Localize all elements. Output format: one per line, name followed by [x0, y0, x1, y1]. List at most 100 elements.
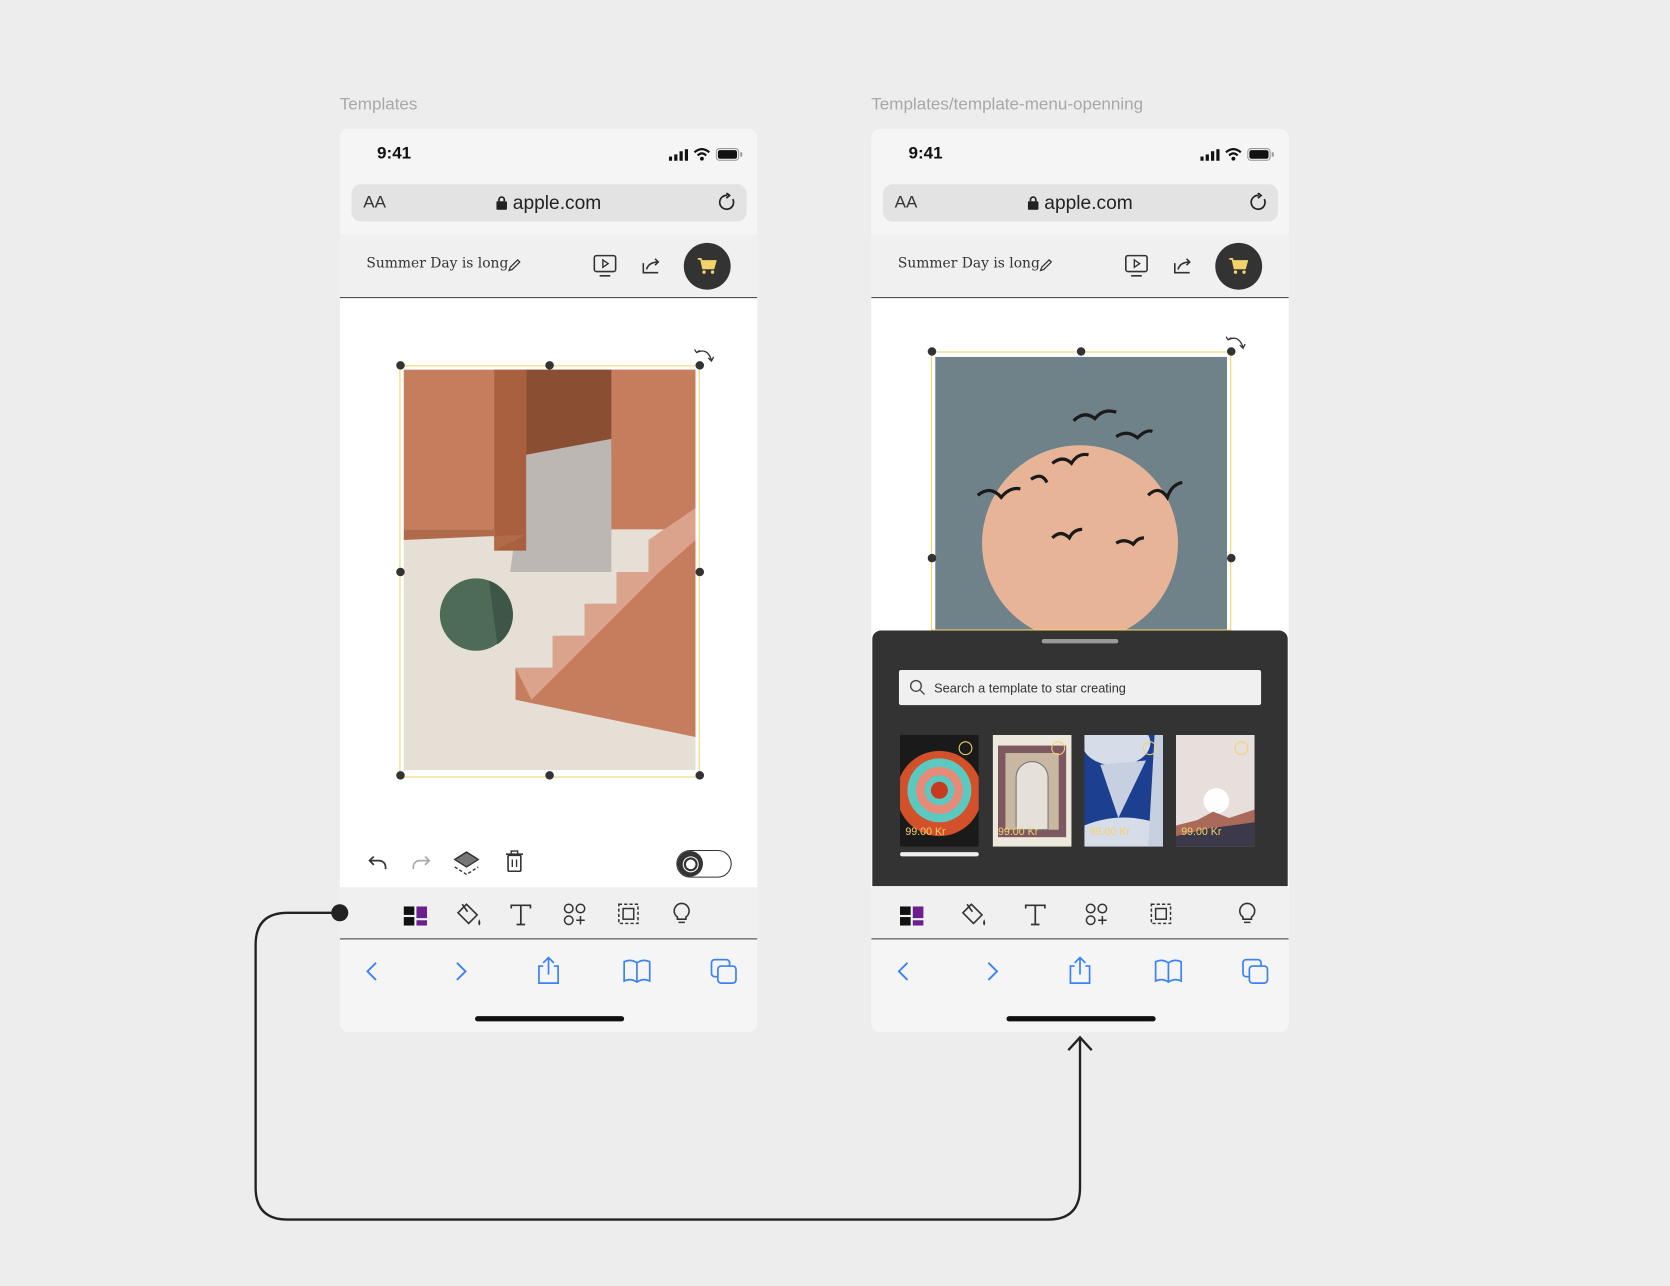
resize-handle[interactable] — [695, 771, 705, 780]
home-indicator — [475, 1016, 625, 1022]
document-title: Summer Day is long — [366, 255, 509, 272]
elements-add-icon[interactable] — [1085, 903, 1108, 926]
resize-handle[interactable] — [545, 771, 554, 780]
rotate-icon[interactable] — [1225, 334, 1247, 351]
info-icon[interactable] — [958, 741, 973, 756]
template-card[interactable]: 99.00 Kr — [1084, 734, 1164, 847]
fill-bucket-icon[interactable] — [455, 902, 483, 928]
editor-header: Summer Day is long — [339, 234, 758, 299]
address-bar[interactable]: AA apple.com — [882, 184, 1279, 222]
editor-toolbar — [871, 887, 1289, 940]
bookmarks-icon[interactable] — [1154, 959, 1184, 985]
templates-tool-icon[interactable] — [403, 906, 428, 926]
signal-icon — [1200, 148, 1220, 161]
resize-handle[interactable] — [396, 567, 405, 577]
template-search-input[interactable]: Search a template to star creating — [898, 669, 1262, 706]
info-icon[interactable] — [1142, 741, 1157, 756]
cart-button[interactable] — [1215, 242, 1263, 290]
forward-icon[interactable] — [455, 961, 468, 982]
browser-nav-bar — [871, 939, 1289, 1032]
status-icons — [1200, 148, 1274, 161]
lightbulb-icon[interactable] — [1238, 902, 1256, 925]
phone-template-menu: 9:41 AA apple.com Summer Day is long Sea… — [871, 128, 1289, 1033]
reload-icon[interactable] — [718, 192, 737, 212]
resize-handle[interactable] — [1076, 347, 1086, 356]
templates-tool-icon[interactable] — [900, 906, 924, 926]
lightbulb-icon[interactable] — [673, 902, 690, 925]
undo-icon[interactable] — [366, 856, 387, 871]
resize-handle[interactable] — [1226, 553, 1236, 563]
editor-header: Summer Day is long — [871, 234, 1289, 299]
forward-icon[interactable] — [986, 961, 999, 982]
document-title: Summer Day is long — [897, 255, 1040, 272]
text-tool-icon[interactable] — [1024, 904, 1046, 926]
tabs-icon[interactable] — [1242, 958, 1270, 985]
resize-handle[interactable] — [396, 771, 405, 780]
share-icon[interactable] — [1173, 256, 1194, 275]
info-icon[interactable] — [1234, 741, 1249, 756]
pencil-icon[interactable] — [507, 258, 522, 273]
template-price: 99.00 Kr — [1181, 826, 1222, 839]
search-icon — [909, 679, 925, 695]
template-menu-sheet: Search a template to star creating 99.00… — [872, 630, 1288, 887]
preview-play-icon[interactable] — [1125, 254, 1148, 278]
editor-toolbar — [339, 887, 758, 940]
template-card[interactable]: 99.00 Kr — [1175, 734, 1255, 847]
lock-icon — [496, 196, 508, 210]
selection-box — [930, 351, 1232, 631]
back-icon[interactable] — [365, 961, 378, 982]
back-icon[interactable] — [897, 961, 910, 982]
trash-icon[interactable] — [505, 850, 524, 873]
wifi-icon — [693, 148, 711, 161]
tabs-icon[interactable] — [710, 958, 738, 985]
battery-icon — [1247, 148, 1274, 161]
address-text: apple.com — [351, 192, 746, 214]
resize-handle[interactable] — [545, 361, 554, 370]
status-time: 9:41 — [377, 144, 412, 163]
text-tool-icon[interactable] — [510, 904, 532, 926]
bookmarks-icon[interactable] — [622, 959, 652, 985]
resize-handle[interactable] — [927, 347, 937, 356]
preview-play-icon[interactable] — [593, 254, 617, 278]
resize-handle[interactable] — [927, 553, 937, 563]
selection-box — [399, 365, 700, 778]
frame-label-template-menu: Templates/template-menu-openning — [871, 95, 1144, 114]
frame-label-templates: Templates — [339, 95, 418, 114]
redo-icon[interactable] — [411, 856, 432, 871]
template-card[interactable]: 99.00 Kr — [992, 734, 1072, 847]
lock-icon — [1028, 196, 1039, 210]
elements-add-icon[interactable] — [563, 903, 586, 926]
layers-icon[interactable] — [453, 849, 481, 879]
status-icons — [668, 148, 743, 161]
template-price: 99.00 Kr — [1089, 826, 1130, 839]
browser-share-icon[interactable] — [537, 955, 560, 985]
sheet-drag-handle[interactable] — [1041, 639, 1119, 644]
fill-bucket-icon[interactable] — [960, 902, 988, 928]
frame-tool-icon[interactable] — [618, 903, 639, 925]
design-canvas[interactable] — [339, 298, 758, 888]
rotate-icon[interactable] — [694, 347, 715, 364]
reload-icon[interactable] — [1249, 192, 1268, 212]
template-card[interactable]: 99.00 Kr — [900, 734, 979, 847]
address-text: apple.com — [883, 192, 1278, 214]
browser-nav-bar — [340, 939, 758, 1032]
template-price: 99.00 Kr — [997, 826, 1039, 839]
pencil-icon[interactable] — [1038, 258, 1053, 273]
address-bar[interactable]: AA apple.com — [351, 184, 747, 222]
cart-icon — [697, 258, 717, 274]
selected-template-indicator — [900, 852, 979, 857]
browser-share-icon[interactable] — [1068, 955, 1091, 985]
info-icon[interactable] — [1051, 741, 1066, 756]
resize-handle[interactable] — [695, 567, 705, 577]
template-price: 99.00 Kr — [905, 826, 946, 839]
cart-button[interactable] — [683, 242, 731, 290]
home-indicator — [1006, 1016, 1156, 1022]
status-time: 9:41 — [908, 144, 943, 163]
theme-toggle[interactable] — [676, 849, 732, 878]
share-icon[interactable] — [641, 256, 662, 275]
cart-icon — [1229, 258, 1249, 274]
resize-handle[interactable] — [396, 361, 405, 370]
phone-templates: 9:41 AA apple.com Summer Day is long — [339, 128, 758, 1033]
frame-tool-icon[interactable] — [1150, 903, 1172, 925]
wifi-icon — [1225, 148, 1242, 161]
